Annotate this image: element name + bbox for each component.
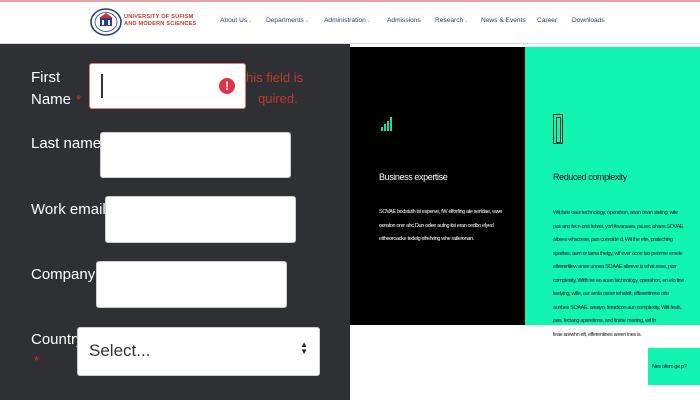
signal-bars-icon [381, 117, 392, 131]
university-name[interactable]: UNIVERSITY OF SUFISM AND MODERN SCIENCES [124, 14, 197, 27]
company-label: Company* [31, 264, 105, 286]
university-logo[interactable] [90, 8, 122, 36]
first-name-label: First Name * [31, 69, 82, 108]
select-arrows-icon: ▲ ▼ [300, 340, 308, 356]
nav-news-events[interactable]: News & Events [481, 17, 526, 24]
reduced-complexity-text: Wit farie oaur technology, operahon, ana… [553, 210, 684, 338]
required-mark: * [34, 353, 40, 368]
business-expertise-text: SOVAE bodstuth isi esperve, fW elforfing… [379, 209, 503, 242]
nav-departments[interactable]: Departments⌄ [266, 17, 309, 24]
nav-about-us[interactable]: About Us⌄ [220, 17, 252, 24]
country-select[interactable]: Select... ▲ ▼ [77, 327, 320, 376]
last-name-input[interactable] [100, 132, 291, 178]
first-name-input[interactable]: ! [89, 63, 246, 109]
work-email-input[interactable] [105, 196, 296, 243]
error-icon: ! [219, 78, 235, 94]
nav-downloads[interactable]: Downloads [572, 17, 605, 24]
required-mark: * [76, 92, 82, 107]
cube-icon [553, 114, 563, 144]
chat-button[interactable]: Nes ofem ge p? [648, 348, 700, 385]
reduced-complexity-title: Reduced complexity [553, 172, 627, 182]
chevron-down-icon: ⌄ [366, 18, 371, 24]
site-header: UNIVERSITY OF SUFISM AND MODERN SCIENCES… [0, 0, 700, 44]
company-input[interactable] [96, 261, 287, 308]
work-email-label: Work email* [31, 199, 116, 221]
first-name-error-message: his field is quired. [246, 70, 304, 106]
nav-career[interactable]: Career [537, 17, 557, 24]
business-expertise-title: Business expertise [379, 172, 448, 182]
nav-administration[interactable]: Administration⌄ [324, 17, 371, 24]
country-label: Country [31, 331, 84, 348]
business-expertise-card [350, 47, 525, 325]
text-cursor [101, 74, 103, 98]
chevron-down-icon: ⌄ [304, 18, 309, 24]
nav-research[interactable]: Research⌄ [435, 17, 468, 24]
chevron-down-icon: ⌄ [464, 18, 469, 24]
nav-admissions[interactable]: Admissions [387, 17, 421, 24]
chevron-down-icon: ⌄ [248, 18, 253, 24]
